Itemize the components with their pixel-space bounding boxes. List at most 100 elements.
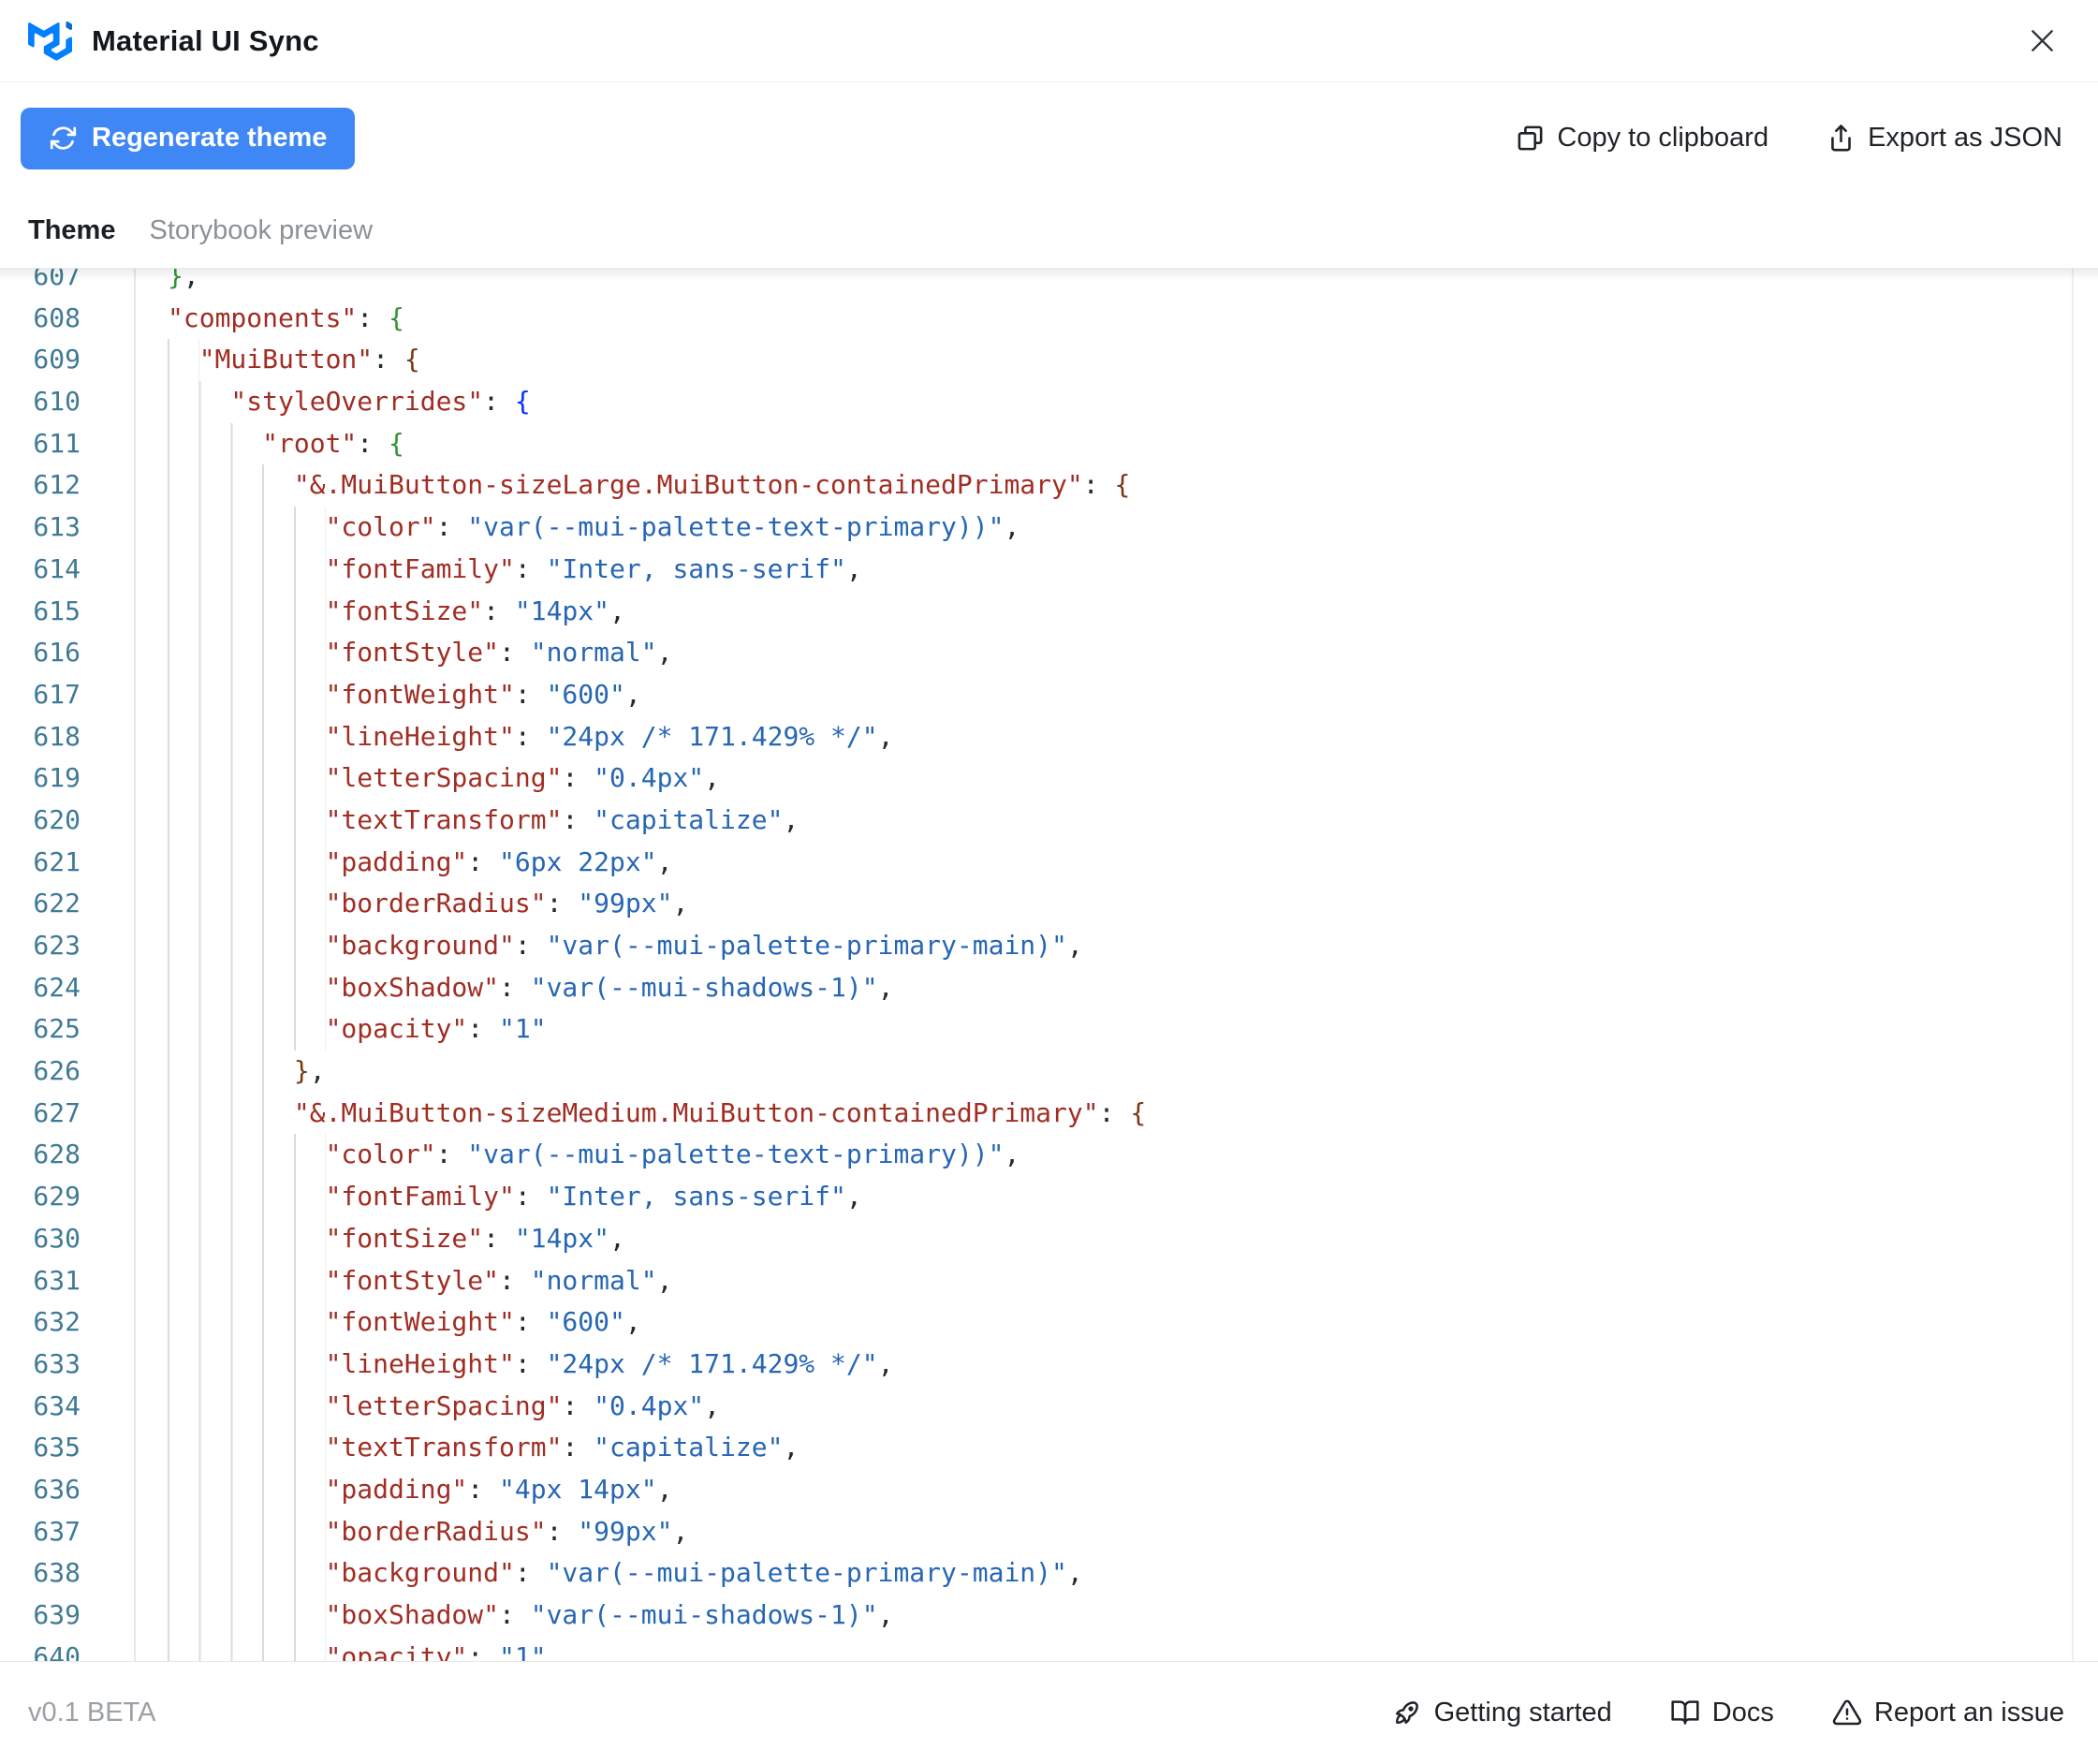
- line-number: 630: [0, 1217, 136, 1260]
- line-number: 616: [0, 632, 136, 674]
- code-line-content: "lineHeight": "24px /* 171.429% */",: [136, 1343, 2098, 1386]
- code-line-content: "color": "var(--mui-palette-text-primary…: [136, 1134, 2098, 1177]
- code-line: 630 "fontSize": "14px",: [0, 1217, 2098, 1260]
- export-icon: [1827, 124, 1856, 153]
- indent-guides: [168, 1134, 326, 1177]
- copy-to-clipboard-label: Copy to clipboard: [1557, 123, 1769, 153]
- indent-guides: [168, 1636, 326, 1661]
- indent-guides: [168, 381, 231, 423]
- code-line-content: "borderRadius": "99px",: [136, 883, 2098, 925]
- code-line: 639 "boxShadow": "var(--mui-shadows-1)",: [0, 1595, 2098, 1637]
- code-line-content: "background": "var(--mui-palette-primary…: [136, 1552, 2098, 1595]
- indent-guides: [168, 422, 263, 465]
- code-line-content: "fontSize": "14px",: [136, 590, 2098, 633]
- code-line-content: "fontStyle": "normal",: [136, 632, 2098, 674]
- export-as-json-label: Export as JSON: [1868, 123, 2062, 153]
- indent-guides: [168, 1595, 326, 1637]
- line-number: 623: [0, 925, 136, 967]
- scrollbar-track[interactable]: [2072, 269, 2098, 1661]
- line-number: 617: [0, 673, 136, 716]
- code-line-content: "boxShadow": "var(--mui-shadows-1)",: [136, 966, 2098, 1009]
- copy-to-clipboard-button[interactable]: Copy to clipboard: [1516, 123, 1768, 154]
- code-line-content: "borderRadius": "99px",: [136, 1510, 2098, 1553]
- code-line: 627 "&.MuiButton-sizeMedium.MuiButton-con…: [0, 1092, 2098, 1135]
- line-number: 612: [0, 464, 136, 507]
- indent-guides: [168, 1552, 326, 1595]
- code-line: 607},: [0, 269, 2098, 298]
- code-line-content: "fontFamily": "Inter, sans-serif",: [136, 548, 2098, 591]
- indent-guides: [168, 799, 326, 842]
- indent-guides: [168, 1259, 326, 1302]
- indent-guides: [168, 507, 326, 549]
- indent-guides: [168, 1385, 326, 1428]
- line-number: 632: [0, 1301, 136, 1344]
- code-line-content: "components": {: [168, 301, 404, 333]
- line-number: 607: [0, 269, 136, 298]
- code-line: 624 "boxShadow": "var(--mui-shadows-1)",: [0, 966, 2098, 1009]
- line-number: 624: [0, 966, 136, 1009]
- indent-guides: [168, 1343, 326, 1386]
- line-number: 637: [0, 1510, 136, 1553]
- line-number: 608: [0, 297, 136, 340]
- indent-guides: [168, 464, 294, 507]
- indent-guides: [168, 339, 199, 382]
- code-line: 635 "textTransform": "capitalize",: [0, 1427, 2098, 1469]
- indent-guides: [168, 841, 326, 884]
- indent-guides: [168, 673, 326, 716]
- code-line: 633 "lineHeight": "24px /* 171.429% */",: [0, 1343, 2098, 1386]
- tab-theme[interactable]: Theme: [28, 215, 115, 246]
- book-icon: [1670, 1698, 1700, 1727]
- code-line-content: "letterSpacing": "0.4px",: [136, 757, 2098, 800]
- line-number: 638: [0, 1552, 136, 1595]
- code-line-content: "boxShadow": "var(--mui-shadows-1)",: [136, 1595, 2098, 1637]
- code-line: 609 "MuiButton": {: [0, 339, 2098, 382]
- indent-guides: [168, 1301, 326, 1344]
- footer: v0.1 BETA Getting started Docs Report an…: [0, 1661, 2098, 1763]
- docs-link[interactable]: Docs: [1670, 1698, 1774, 1728]
- mui-logo-icon: [28, 21, 72, 61]
- line-number: 640: [0, 1636, 136, 1661]
- code-line-content: "root": {: [136, 422, 2098, 465]
- code-line: 631 "fontStyle": "normal",: [0, 1259, 2098, 1302]
- page-title: Material UI Sync: [92, 23, 319, 57]
- getting-started-label: Getting started: [1433, 1697, 1612, 1727]
- code-line: 636 "padding": "4px 14px",: [0, 1468, 2098, 1511]
- code-line-content: "textTransform": "capitalize",: [136, 799, 2098, 842]
- indent-guides: [168, 548, 326, 591]
- getting-started-link[interactable]: Getting started: [1392, 1698, 1612, 1728]
- code-line-content: "fontWeight": "600",: [136, 1301, 2098, 1344]
- indent-guides: [168, 925, 326, 967]
- close-button[interactable]: [2019, 19, 2064, 64]
- indent-guides: [168, 1510, 326, 1553]
- code-editor[interactable]: 607}, 608 "components": {609 "MuiButton": {…: [0, 269, 2098, 1661]
- code-line: 613 "color": "var(--mui-palette-text-prim…: [0, 507, 2098, 549]
- code-line-content: "padding": "4px 14px",: [136, 1468, 2098, 1511]
- code-line: 616 "fontStyle": "normal",: [0, 632, 2098, 674]
- regenerate-theme-label: Regenerate theme: [92, 123, 328, 153]
- code-line: 620 "textTransform": "capitalize",: [0, 799, 2098, 842]
- code-line: 640 "opacity": "1": [0, 1636, 2098, 1661]
- code-line-content: },: [168, 269, 199, 291]
- tab-storybook-preview[interactable]: Storybook preview: [149, 215, 373, 246]
- code-line-content: "letterSpacing": "0.4px",: [136, 1385, 2098, 1428]
- code-line: 632 "fontWeight": "600",: [0, 1301, 2098, 1344]
- code-line-content: "&.MuiButton-sizeLarge.MuiButton-contain…: [136, 464, 2098, 507]
- code-line-content: "MuiButton": {: [136, 339, 2098, 382]
- code-line-content: "fontStyle": "normal",: [136, 1259, 2098, 1302]
- code-line: 634 "letterSpacing": "0.4px",: [0, 1385, 2098, 1428]
- line-number: 635: [0, 1427, 136, 1469]
- code-line-content: "&.MuiButton-sizeMedium.MuiButton-contai…: [136, 1092, 2098, 1135]
- line-number: 618: [0, 715, 136, 758]
- regenerate-theme-button[interactable]: Regenerate theme: [21, 107, 356, 169]
- indent-guides: [168, 757, 326, 800]
- export-as-json-button[interactable]: Export as JSON: [1827, 123, 2062, 154]
- code-line: 626},: [0, 1051, 2098, 1093]
- code-line: 625 "opacity": "1": [0, 1008, 2098, 1051]
- code-line: 638 "background": "var(--mui-palette-prim…: [0, 1552, 2098, 1595]
- report-an-issue-link[interactable]: Report an issue: [1832, 1698, 2064, 1728]
- rocket-icon: [1392, 1698, 1422, 1727]
- line-number: 629: [0, 1176, 136, 1218]
- code-line-content: "lineHeight": "24px /* 171.429% */",: [136, 715, 2098, 758]
- report-an-issue-label: Report an issue: [1873, 1697, 2064, 1727]
- indent-guides: [168, 715, 326, 758]
